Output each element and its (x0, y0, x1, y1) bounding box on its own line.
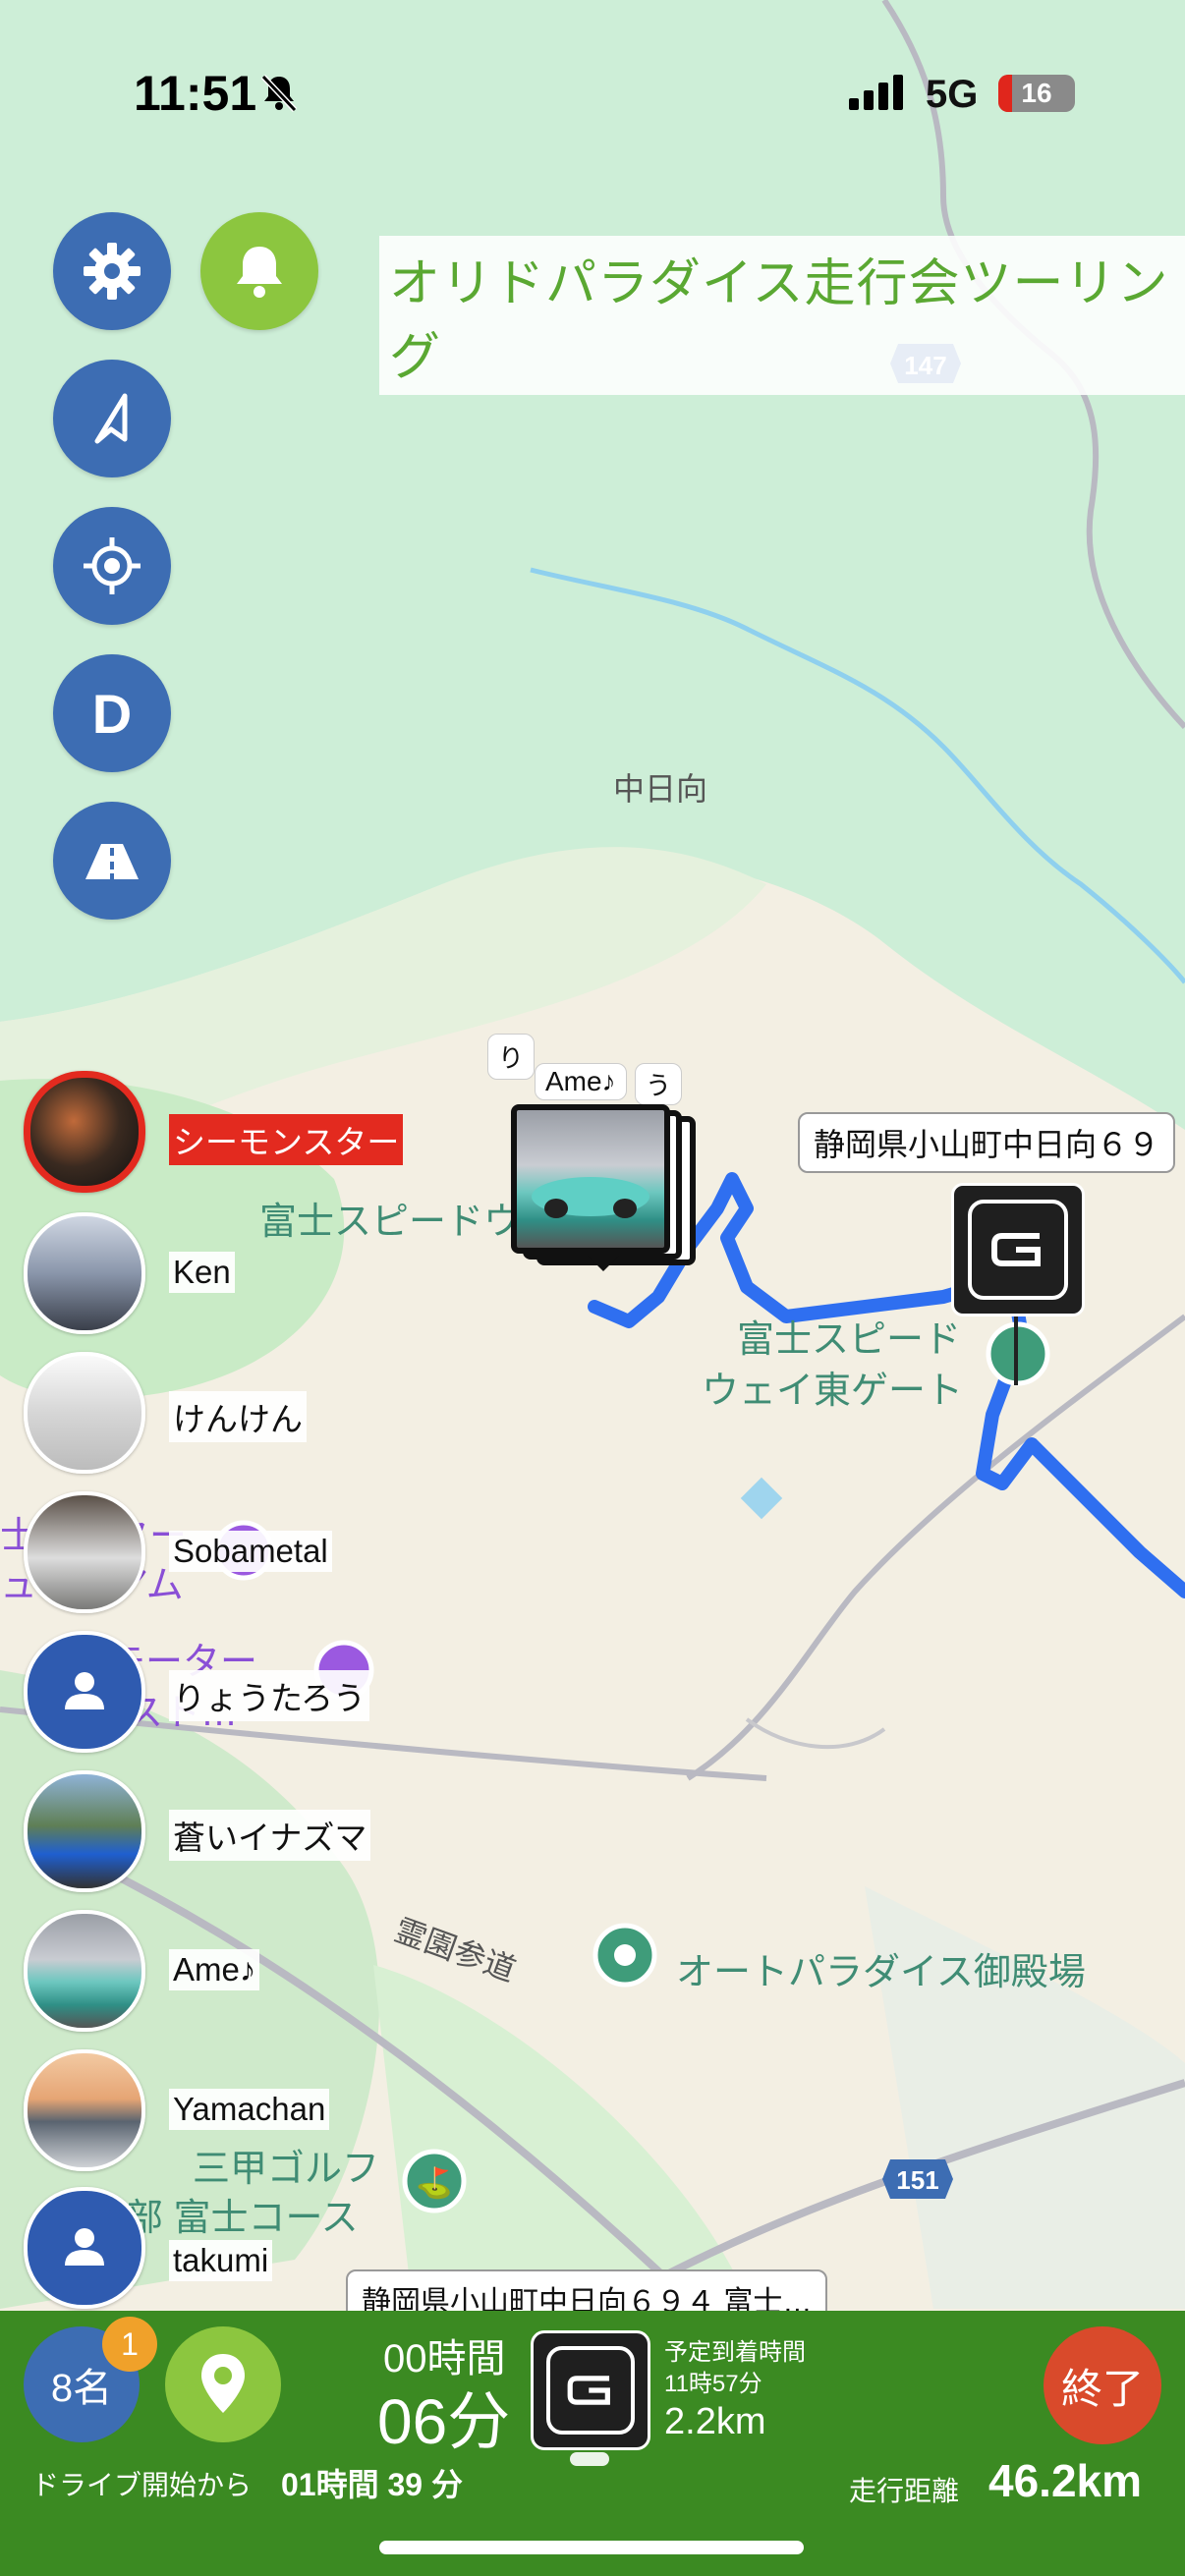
destination-button-label: D (91, 682, 133, 745)
member-name: Sobametal (169, 1531, 332, 1572)
eta-label: 予定到着時間 (664, 2339, 806, 2366)
network-type: 5G (926, 73, 979, 116)
status-bar: 11:51 5G 16 (0, 0, 1185, 187)
destination-logo-button[interactable] (531, 2330, 650, 2450)
member-name: 蒼いイナズマ (169, 1810, 371, 1861)
settings-button[interactable] (53, 212, 171, 330)
destination-marker-stem (1014, 1316, 1018, 1385)
member-item-7[interactable]: Yamachan (24, 2049, 330, 2171)
avatar (24, 1212, 145, 1334)
road-button[interactable] (53, 802, 171, 920)
gear-icon (84, 243, 141, 300)
since-start-label: ドライブ開始から (31, 2470, 253, 2500)
cluster-label-1: り (487, 1034, 536, 1080)
destination-button[interactable]: D (53, 654, 171, 772)
member-cluster-marker[interactable] (511, 1104, 696, 1277)
avatar (24, 2049, 145, 2171)
map-label-east-gate-1: 富士スピード (737, 1319, 962, 1361)
signal-icon (849, 75, 908, 110)
member-count: 8名 (50, 2367, 113, 2410)
eta-time: 11時57分 (664, 2371, 762, 2397)
map-label-nakahinata: 中日向 (613, 771, 708, 807)
member-name: takumi (169, 2240, 273, 2281)
member-item-0[interactable]: シーモンスター (24, 1071, 404, 1193)
member-photo (511, 1104, 670, 1254)
elapsed-minutes: 06分 (377, 2386, 511, 2457)
cluster-label-3: う (635, 1063, 683, 1105)
svg-text:⛳: ⛳ (416, 2165, 452, 2201)
member-cluster-labels: り Ame♪ う (487, 1034, 683, 1105)
navigation-arrow-icon (94, 393, 128, 444)
map-label-golf-1: 三甲ゴルフ (193, 2149, 380, 2190)
avatar (24, 1770, 145, 1892)
member-item-5[interactable]: 蒼いイナズマ (24, 1770, 371, 1892)
avatar (24, 1910, 145, 2032)
route-151-text: 151 (896, 2165, 938, 2195)
destination-address-label[interactable]: 静岡県小山町中日向６９ (798, 1112, 1176, 1173)
distance-value: 46.2km (988, 2455, 1143, 2506)
g-logo-icon (968, 1200, 1068, 1300)
remaining-distance: 2.2km (664, 2401, 766, 2442)
member-name: Ame♪ (169, 1949, 260, 1990)
member-name: りょうたろう (169, 1670, 370, 1721)
avatar (24, 1352, 145, 1474)
end-button-label: 終了 (1060, 2365, 1144, 2412)
member-item-6[interactable]: Ame♪ (24, 1910, 260, 2032)
golf-pin[interactable]: ⛳ (402, 2149, 467, 2213)
crosshair-icon (84, 537, 141, 594)
battery-icon: 16 (998, 75, 1075, 112)
avatar (24, 2187, 145, 2309)
end-button[interactable]: 終了 (1044, 2326, 1161, 2444)
map-label-golf-2: 部 富士コース (126, 2198, 359, 2239)
map-label-speedway: 富士スピードウ (259, 1202, 522, 1243)
east-gate-pin[interactable] (986, 1321, 1050, 1386)
member-item-8[interactable]: takumi (24, 2187, 273, 2309)
notification-badge: 1 (102, 2317, 157, 2372)
map-pin-icon (201, 2354, 245, 2413)
road-icon (85, 844, 139, 879)
heading-button[interactable] (53, 360, 171, 477)
member-name: けんけん (169, 1391, 307, 1442)
member-name: シーモンスター (169, 1114, 404, 1165)
current-location-button[interactable] (53, 507, 171, 625)
home-indicator[interactable] (379, 2541, 804, 2554)
member-name: Yamachan (169, 2089, 330, 2130)
member-item-2[interactable]: けんけん (24, 1352, 307, 1474)
battery-level: 16 (1021, 78, 1052, 108)
avatar (24, 1071, 145, 1193)
since-start-value: 01時間 39 分 (281, 2467, 463, 2502)
member-item-3[interactable]: Sobametal (24, 1491, 332, 1613)
map-label-east-gate-2: ウェイ東ゲート (702, 1371, 964, 1412)
share-location-button[interactable] (165, 2326, 281, 2442)
g-logo-icon (546, 2346, 635, 2435)
bell-slash-icon (260, 74, 298, 113)
member-item-4[interactable]: りょうたろう (24, 1631, 370, 1753)
person-icon (65, 1672, 104, 1709)
cluster-label-2: Ame♪ (535, 1063, 627, 1100)
page-title: オリドパラダイス走行会ツーリング (379, 236, 1185, 395)
avatar (24, 1491, 145, 1613)
status-time: 11:51 (134, 66, 257, 121)
autoparadise-pin[interactable] (592, 1923, 657, 1988)
notification-button[interactable] (200, 212, 318, 330)
destination-marker[interactable] (951, 1183, 1085, 1316)
logo-pointer (570, 2452, 609, 2466)
bell-icon (237, 247, 282, 298)
person-icon (65, 2228, 104, 2266)
route-shield-151: 151 (882, 2159, 953, 2199)
member-name: Ken (169, 1252, 235, 1293)
distance-label: 走行距離 (849, 2476, 960, 2506)
map-label-autoparadise[interactable]: オートパラダイス御殿場 (676, 1941, 1086, 1995)
avatar (24, 1631, 145, 1753)
member-item-1[interactable]: Ken (24, 1212, 235, 1334)
